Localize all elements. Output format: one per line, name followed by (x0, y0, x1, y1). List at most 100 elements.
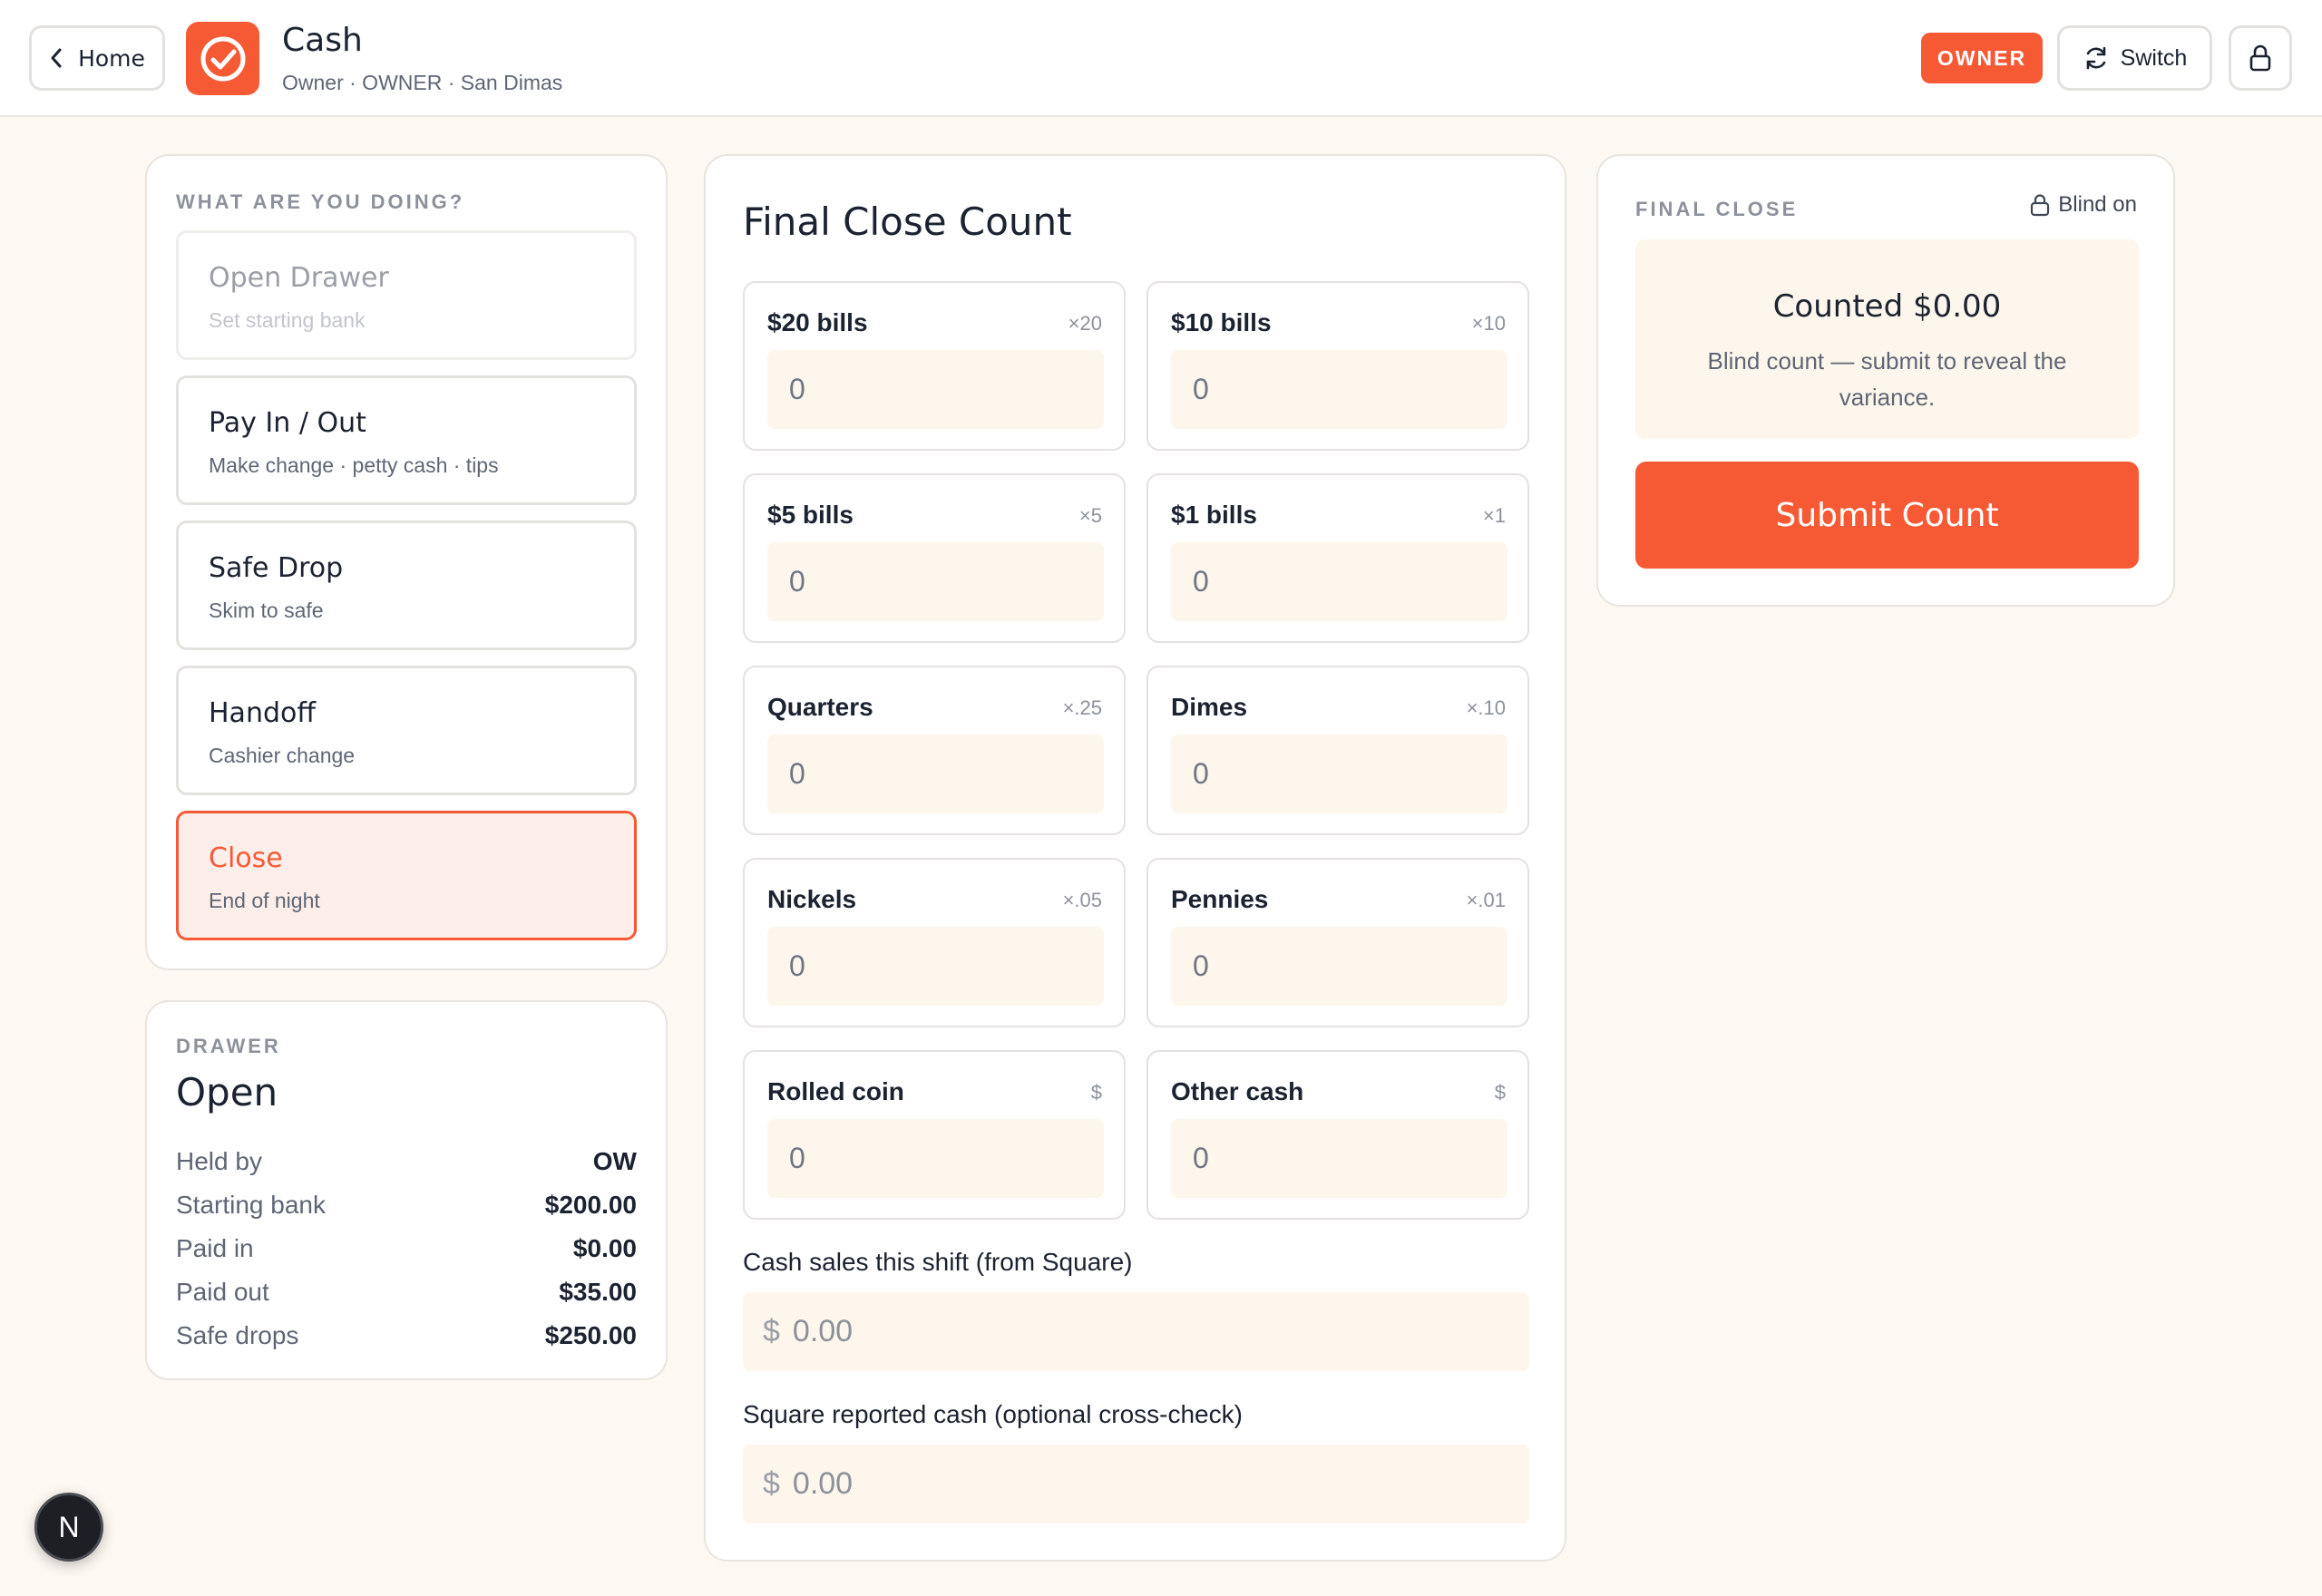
drawer-heading: DRAWER (176, 1035, 281, 1057)
action-subtitle: Skim to safe (209, 598, 324, 622)
denom-label: $20 bills (767, 308, 868, 336)
switch-user-button[interactable]: Switch (2057, 25, 2212, 91)
action-pay-in-out[interactable]: Pay In / Out Make change · petty cash · … (176, 375, 637, 505)
cash-app-icon (186, 22, 259, 95)
summary-heading: FINAL CLOSE (1635, 198, 1799, 220)
denom-label: Nickels (767, 885, 857, 913)
row-label: Paid out (176, 1278, 269, 1306)
switch-label: Switch (2120, 44, 2188, 71)
top-bar: Home Cash Owner · OWNER · San Dimas OWNE… (0, 0, 2322, 117)
denom-quarters-input[interactable]: 0 (767, 735, 1104, 813)
action-subtitle: End of night (209, 889, 320, 912)
denom-multiplier: ×.05 (1062, 889, 1102, 911)
next-dev-indicator-button[interactable]: N (34, 1493, 103, 1562)
action-title: Open Drawer (209, 262, 389, 294)
denom-label: $5 bills (767, 501, 854, 529)
denom-other-cash: Other cash $ 0 (1146, 1050, 1529, 1220)
action-subtitle: Set starting bank (209, 308, 366, 332)
row-value: $0.00 (572, 1234, 637, 1262)
drawer-row-paid-in: Paid in $0.00 (176, 1227, 637, 1270)
chevron-left-icon (51, 48, 62, 68)
denom-multiplier: ×1 (1482, 504, 1506, 527)
square-cash-label: Square reported cash (optional cross-che… (743, 1400, 1243, 1428)
action-title: Handoff (209, 697, 317, 729)
denom-label: Pennies (1171, 885, 1269, 913)
home-button-label: Home (78, 44, 145, 72)
blind-mode-indicator: Blind on (2029, 192, 2137, 218)
denom-1-input[interactable]: 0 (1171, 542, 1507, 621)
denom-10-input[interactable]: 0 (1171, 350, 1507, 429)
denom-dimes-input[interactable]: 0 (1171, 735, 1507, 813)
action-handoff[interactable]: Handoff Cashier change (176, 666, 637, 795)
row-label: Paid in (176, 1234, 254, 1262)
denom-label: Other cash (1171, 1077, 1304, 1105)
final-close-count-card: Final Close Count $20 bills ×20 0 $10 bi… (704, 154, 1566, 1562)
denom-quarters: Quarters ×.25 0 (743, 666, 1126, 835)
blind-label: Blind on (2058, 192, 2137, 217)
submit-count-button[interactable]: Submit Count (1635, 462, 2139, 569)
denom-label: $10 bills (1171, 308, 1272, 336)
drawer-summary-list: Held by OW Starting bank $200.00 Paid in… (176, 1140, 637, 1358)
row-value: $35.00 (559, 1278, 637, 1306)
denom-label: Rolled coin (767, 1077, 904, 1105)
row-value: $250.00 (544, 1321, 637, 1349)
row-value: OW (592, 1147, 637, 1175)
action-title: Pay In / Out (209, 407, 366, 439)
action-title: Close (209, 842, 283, 874)
drawer-row-paid-out: Paid out $35.00 (176, 1270, 637, 1314)
action-subtitle: Make change · petty cash · tips (209, 453, 499, 477)
denom-multiplier: ×10 (1471, 312, 1506, 335)
counted-total-box: Counted $0.00 Blind count — submit to re… (1635, 239, 2139, 439)
denom-pennies-input[interactable]: 0 (1171, 927, 1507, 1006)
cash-sales-placeholder: 0.00 (792, 1314, 854, 1348)
denom-10-bills: $10 bills ×10 0 (1146, 281, 1529, 451)
denom-pennies: Pennies ×.01 0 (1146, 858, 1529, 1027)
action-close[interactable]: Close End of night (176, 811, 637, 940)
denom-multiplier: $ (1090, 1081, 1102, 1104)
denom-20-bills: $20 bills ×20 0 (743, 281, 1126, 451)
square-cash-input[interactable]: $ 0.00 (743, 1445, 1529, 1523)
drawer-row-held-by: Held by OW (176, 1140, 637, 1183)
drawer-row-safe-drops: Safe drops $250.00 (176, 1314, 637, 1358)
cash-sales-input[interactable]: $ 0.00 (743, 1292, 1529, 1371)
action-open-drawer[interactable]: Open Drawer Set starting bank (176, 230, 637, 360)
denom-5-input[interactable]: 0 (767, 542, 1104, 621)
denom-nickels-input[interactable]: 0 (767, 927, 1104, 1006)
action-subtitle: Cashier change (209, 744, 356, 767)
denom-multiplier: ×5 (1078, 504, 1102, 527)
action-picker-heading: WHAT ARE YOU DOING? (176, 190, 465, 213)
role-badge: OWNER (1921, 33, 2043, 83)
denom-5-bills: $5 bills ×5 0 (743, 473, 1126, 643)
drawer-status: Open (176, 1070, 278, 1114)
final-close-summary-card: FINAL CLOSE Blind on Counted $0.00 Blind… (1596, 154, 2175, 607)
denom-dimes: Dimes ×.10 0 (1146, 666, 1529, 835)
denom-multiplier: ×.10 (1466, 696, 1506, 719)
row-label: Safe drops (176, 1321, 299, 1349)
home-button[interactable]: Home (29, 25, 165, 91)
action-safe-drop[interactable]: Safe Drop Skim to safe (176, 521, 637, 650)
denom-multiplier: $ (1494, 1081, 1506, 1104)
counted-total: Counted $0.00 (1772, 288, 2002, 325)
denom-multiplier: ×.01 (1466, 889, 1506, 911)
denom-1-bills: $1 bills ×1 0 (1146, 473, 1529, 643)
row-label: Starting bank (176, 1191, 326, 1219)
row-value: $200.00 (544, 1191, 637, 1219)
denom-label: $1 bills (1171, 501, 1257, 529)
denom-20-input[interactable]: 0 (767, 350, 1104, 429)
count-title: Final Close Count (743, 200, 1072, 244)
denom-rolled-coin-input[interactable]: 0 (767, 1119, 1104, 1198)
lock-button[interactable] (2229, 25, 2292, 91)
square-cash-placeholder: 0.00 (792, 1466, 854, 1501)
denom-label: Dimes (1171, 693, 1248, 721)
currency-symbol: $ (763, 1466, 780, 1501)
denom-other-cash-input[interactable]: 0 (1171, 1119, 1507, 1198)
blind-count-note: Blind count — submit to reveal the varia… (1707, 347, 2067, 411)
check-circle-icon (200, 36, 245, 81)
denom-label: Quarters (767, 693, 873, 721)
lock-icon (2031, 194, 2050, 217)
action-picker-card: WHAT ARE YOU DOING? Open Drawer Set star… (145, 154, 668, 970)
refresh-icon (2086, 46, 2105, 70)
drawer-row-starting-bank: Starting bank $200.00 (176, 1183, 637, 1227)
page-title: Cash (282, 22, 363, 59)
page-subtitle: Owner · OWNER · San Dimas (282, 71, 563, 94)
